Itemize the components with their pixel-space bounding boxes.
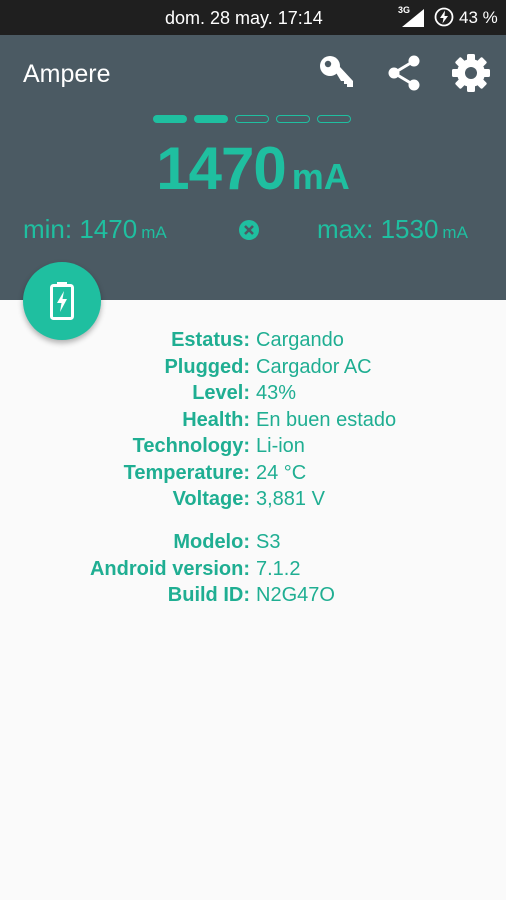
info-value: 7.1.2 [256,557,301,580]
device-info-list: Modelo: S3 Android version: 7.1.2 Build … [0,531,506,611]
info-value: 43% [256,382,297,404]
battery-info-list: Estatus: Cargando Plugged: Cargador AC L… [0,329,506,515]
settings-button[interactable] [451,53,491,93]
share-icon [388,55,420,91]
current-unit: mA [291,156,350,197]
max-reading: max: 1530 mA [317,214,468,245]
info-value: N2G47O [256,584,335,606]
info-label: Estatus: [171,329,250,351]
status-time: dom. 28 may. 17:14 [165,8,323,28]
page-dot[interactable] [317,115,351,123]
info-row-plugged: Plugged: Cargador AC [0,356,506,383]
info-value: En buen estado [256,408,397,431]
battery-charging-icon [50,282,74,320]
page-indicator [153,115,353,125]
info-label: Health: [182,408,250,431]
key-button[interactable] [316,53,356,93]
info-label: Plugged: [164,355,250,378]
info-value: Cargador AC [256,355,372,378]
page-dot[interactable] [153,115,187,123]
min-reading: min: 1470 mA [23,214,167,245]
info-label: Temperature: [123,461,250,484]
battery-charging-icon [434,7,454,27]
info-row-model: Modelo: S3 [0,531,506,558]
min-unit: mA [141,223,167,242]
app-title: Ampere [23,60,111,88]
info-row-technology: Technology: Li-ion [0,435,506,462]
info-row-android-version: Android version: 7.1.2 [0,558,506,585]
share-button[interactable] [384,53,424,93]
battery-percent: 43 % [459,8,498,27]
current-reading: 1470 mA [0,134,506,203]
current-value: 1470 [156,135,286,202]
key-icon [320,56,353,87]
info-label: Level: [192,382,250,404]
info-value: Li-ion [256,435,305,457]
min-value: min: 1470 [23,214,138,244]
info-row-level: Level: 43% [0,382,506,409]
app-header: Ampere 1470 mA min: 1470 mA max: 1530 mA [0,35,506,300]
page-dot[interactable] [194,115,228,123]
reset-button[interactable] [238,219,260,241]
info-row-status: Estatus: Cargando [0,329,506,356]
info-value: S3 [256,531,281,553]
info-row-temperature: Temperature: 24 °C [0,462,506,489]
info-label: Build ID: [167,584,250,606]
max-unit: mA [442,223,468,242]
info-value: 24 °C [256,461,307,484]
info-label: Modelo: [173,531,250,553]
page-dot[interactable] [276,115,310,123]
info-row-voltage: Voltage: 3,881 V [0,488,506,515]
page-dot[interactable] [235,115,269,123]
info-value: Cargando [256,329,344,351]
info-row-build-id: Build ID: N2G47O [0,584,506,611]
info-row-health: Health: En buen estado [0,409,506,436]
status-bar: dom. 28 may. 17:14 3G 43 % [0,0,506,35]
info-label: Android version: [89,557,250,580]
info-label: Voltage: [172,488,250,510]
gear-icon [452,54,490,92]
info-value: 3,881 V [256,488,325,510]
signal-icon [402,9,424,27]
max-value: max: 1530 [317,214,439,244]
info-label: Technology: [132,435,250,457]
close-circle-icon [239,220,259,240]
